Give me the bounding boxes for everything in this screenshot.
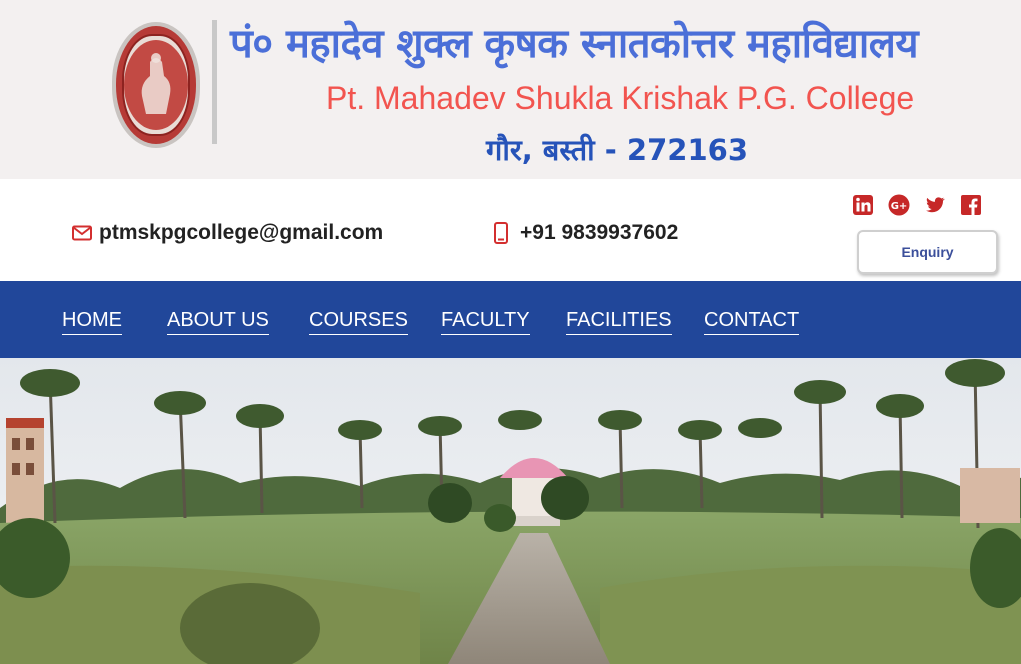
svg-text:G+: G+	[891, 201, 908, 212]
nav-item-home[interactable]: HOME	[62, 309, 122, 335]
nav-item-faculty[interactable]: FACULTY	[441, 309, 530, 335]
main-navigation: HOME ABOUT US COURSES FACULTY FACILITIES…	[0, 281, 1021, 358]
header-banner: पं० महादेव शुक्ल कृषक स्नातकोत्तर महाविद…	[0, 0, 1021, 179]
nav-item-about-us[interactable]: ABOUT US	[167, 309, 269, 335]
nav-item-facilities[interactable]: FACILITIES	[566, 309, 672, 335]
college-title-hindi: पं० महादेव शुक्ल कृषक स्नातकोत्तर महाविद…	[230, 21, 919, 67]
nav-item-contact[interactable]: CONTACT	[704, 309, 800, 335]
header-divider	[212, 20, 217, 144]
envelope-icon	[72, 225, 92, 241]
college-title-english: Pt. Mahadev Shukla Krishak P.G. College	[326, 80, 915, 116]
college-seal-logo	[112, 22, 200, 148]
phone-contact[interactable]: +91 9839937602	[494, 221, 678, 245]
nav-item-courses[interactable]: COURSES	[309, 309, 408, 335]
linkedin-icon[interactable]	[852, 194, 874, 216]
email-address[interactable]: ptmskpgcollege@gmail.com	[99, 221, 383, 245]
google-plus-icon[interactable]: G+	[888, 194, 910, 216]
campus-panorama-photo	[0, 358, 1021, 664]
enquiry-button[interactable]: Enquiry	[857, 230, 998, 274]
social-links: G+	[852, 194, 982, 216]
facebook-icon[interactable]	[960, 194, 982, 216]
college-location: गौर, बस्ती - 272163	[486, 133, 748, 167]
twitter-icon[interactable]	[924, 194, 946, 216]
phone-number[interactable]: +91 9839937602	[520, 221, 678, 245]
contact-bar: ptmskpgcollege@gmail.com +91 9839937602 …	[0, 179, 1021, 281]
mobile-phone-icon	[494, 222, 508, 244]
email-contact[interactable]: ptmskpgcollege@gmail.com	[72, 221, 383, 245]
